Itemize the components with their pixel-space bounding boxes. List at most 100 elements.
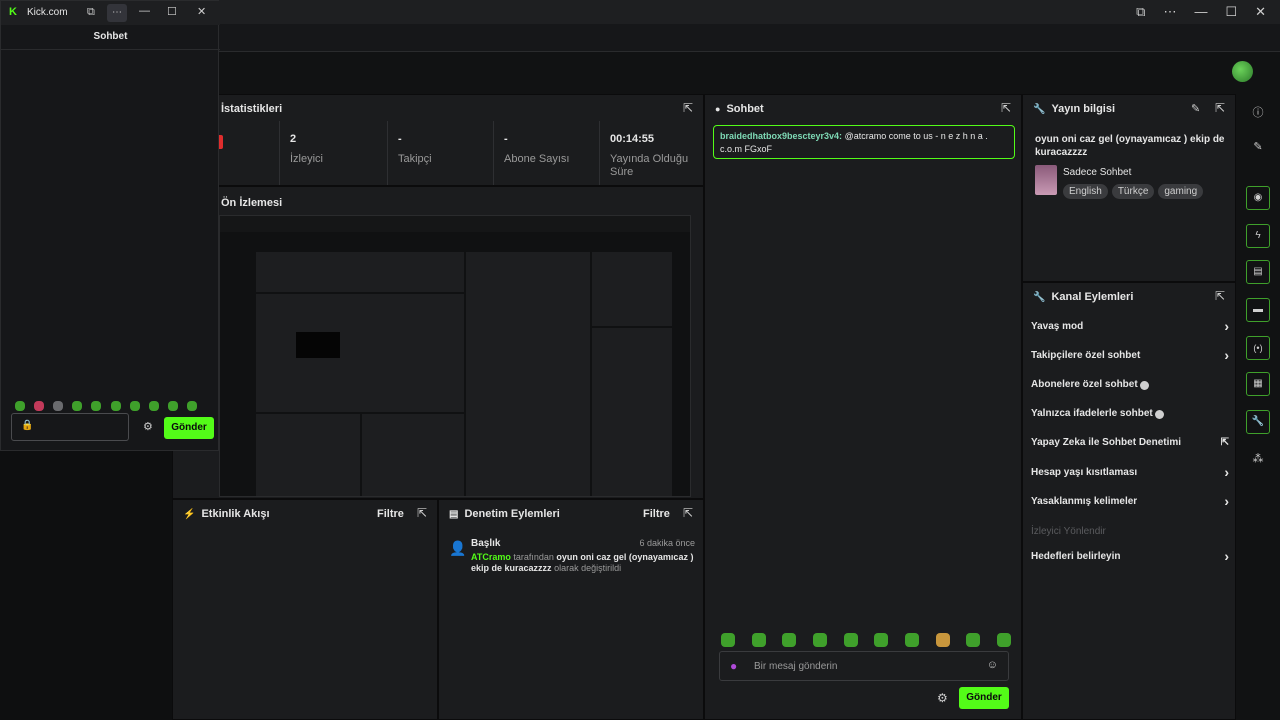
document-icon: ▤ [449,508,459,520]
entry-text: ATCramo tarafından oyun oni caz gel (oyn… [471,552,694,573]
action-ai-moderation[interactable]: Yapay Zeka ile Sohbet Denetimi ⇱ [1031,437,1229,457]
action-goals[interactable]: Hedefleri belirleyin › [1031,548,1229,571]
capture-icon[interactable]: ◉ [1246,186,1270,210]
emote-icon[interactable] [186,401,197,411]
chat-input[interactable]: ● Bir mesaj gönderin ☺ [719,651,1009,681]
stream-preview-video[interactable] [219,215,691,497]
tag[interactable]: Türkçe [1111,184,1155,199]
emote-icon[interactable] [53,401,64,411]
moderation-filter-button[interactable]: Filtre [643,508,670,520]
chat-username[interactable]: braidedhatbox9bescteyr3v4: [720,131,842,141]
entry-user[interactable]: ATCramo [471,552,511,562]
layout-icon[interactable]: ⧉ [1136,5,1145,19]
user-edit-icon: 👤 [449,540,467,556]
stat-followers: - Takipçi [387,121,493,185]
action-slow-mode[interactable]: Yavaş mod › [1031,318,1229,341]
popout-icon[interactable]: ⇱ [683,101,693,115]
popout-maximize-icon[interactable]: ☐ [167,5,177,18]
stats-title: İstatistikleri [221,103,283,115]
emote-icon[interactable] [996,633,1011,647]
emote-icon[interactable] [91,401,102,411]
emote-icon[interactable] [966,633,981,647]
popout-settings-icon[interactable]: ⚙ [143,420,153,433]
pencil-icon[interactable]: ✎ [1250,140,1266,156]
emote-icon[interactable] [751,633,766,647]
avatar[interactable] [1232,61,1253,82]
chat-settings-icon[interactable]: ⚙ [937,691,948,705]
emote-icon[interactable] [110,401,121,411]
action-account-age[interactable]: Hesap yaşı kısıtlaması › [1031,464,1229,487]
stat-uptime: 00:14:55 Yayında Olduğu Süre [599,121,703,185]
emote-icon[interactable] [935,633,950,647]
entry-heading: Başlık [471,538,501,549]
apps-icon[interactable]: ⁂ [1250,452,1266,468]
nested-panel [256,252,464,292]
popout-icon[interactable]: ⇱ [683,506,693,520]
broadcast-icon[interactable]: (•) [1246,336,1270,360]
action-banned-words[interactable]: Yasaklanmış kelimeler › [1031,493,1229,516]
chat-title: ● Sohbet [715,103,764,115]
popout-layout-icon[interactable]: ⧉ [87,6,95,19]
minimize-icon[interactable]: — [1194,5,1207,19]
wrench-icon[interactable]: 🔧 [1246,410,1270,434]
chat-send-button[interactable]: Gönder [959,687,1009,709]
document-icon[interactable]: ▤ [1246,260,1270,284]
nested-video [296,332,340,358]
emote-icon[interactable] [148,401,159,411]
action-followers-only[interactable]: Takipçilere özel sohbet › [1031,347,1229,370]
emote-bar [721,633,1011,647]
emote-icon[interactable] [129,401,140,411]
tag[interactable]: English [1063,184,1108,199]
emote-icon[interactable] [72,401,83,411]
action-emote-only[interactable]: Yalnızca ifadelerle sohbet [1031,408,1229,428]
nested-header [220,216,690,232]
chevron-right-icon: › [1224,464,1229,480]
popout-close-icon[interactable]: ✕ [197,5,206,18]
info-icon[interactable]: ⓘ [1250,104,1266,120]
nested-panel [256,294,464,412]
close-icon[interactable]: ✕ [1255,5,1266,19]
popout-send-button[interactable]: Gönder [164,417,214,439]
popout-minimize-icon[interactable]: — [139,5,150,17]
more-icon[interactable]: ⋯ [1163,5,1176,19]
emote-icon[interactable] [782,633,797,647]
lightning-icon[interactable]: ϟ [1246,224,1270,248]
nested-panel [466,252,590,496]
popout-icon[interactable]: ⇱ [1215,289,1225,303]
layout-icon[interactable]: ▦ [1246,372,1270,396]
emote-icon[interactable] [721,633,735,647]
nested-panel [256,414,360,496]
chat-icon[interactable]: ▬ [1246,298,1270,322]
edit-icon[interactable]: ✎ [1191,102,1200,115]
emote-icon[interactable] [874,633,889,647]
popout-icon[interactable]: ⇱ [1215,101,1225,115]
emote-icon[interactable] [15,401,25,411]
preview-panel: Ön İzlemesi [172,186,704,499]
main-window-controls: ⧉ ⋯ — ☐ ✕ [1136,5,1280,19]
emote-icon[interactable] [812,633,827,647]
popout-more-icon[interactable]: ⋯ [107,4,127,22]
kick-logo: K [9,6,17,18]
maximize-icon[interactable]: ☐ [1225,5,1237,19]
emote-icon[interactable] [904,633,919,647]
emoji-icon[interactable]: ☺ [987,659,998,671]
activity-filter-button[interactable]: Filtre [377,508,404,520]
emote-icon[interactable] [843,633,858,647]
popout-icon[interactable]: ⇱ [417,506,427,520]
popout-chat-window: K Kick.com ⧉ ⋯ — ☐ ✕ Sohbet 🔒 ⚙ Gönder [0,0,220,451]
nested-panel [592,328,672,496]
activity-title: ⚡ Etkinlik Akışı [183,508,270,520]
action-subscribers-only[interactable]: Abonelere özel sohbet [1031,379,1229,399]
entry-time: 6 dakika önce [639,538,695,548]
emote-icon[interactable] [34,401,45,411]
microphone-icon[interactable]: ● [730,659,737,673]
popout-chat-input[interactable]: 🔒 [11,413,129,441]
emote-icon[interactable] [167,401,178,411]
stat-subscribers: - Abone Sayısı [493,121,599,185]
category-name[interactable]: Sadece Sohbet [1063,167,1131,178]
nested-panel [592,252,672,326]
popout-icon[interactable]: ⇱ [1001,101,1011,115]
popout-title: Kick.com [27,7,68,18]
preview-title: Ön İzlemesi [221,197,283,209]
tag[interactable]: gaming [1158,184,1204,199]
